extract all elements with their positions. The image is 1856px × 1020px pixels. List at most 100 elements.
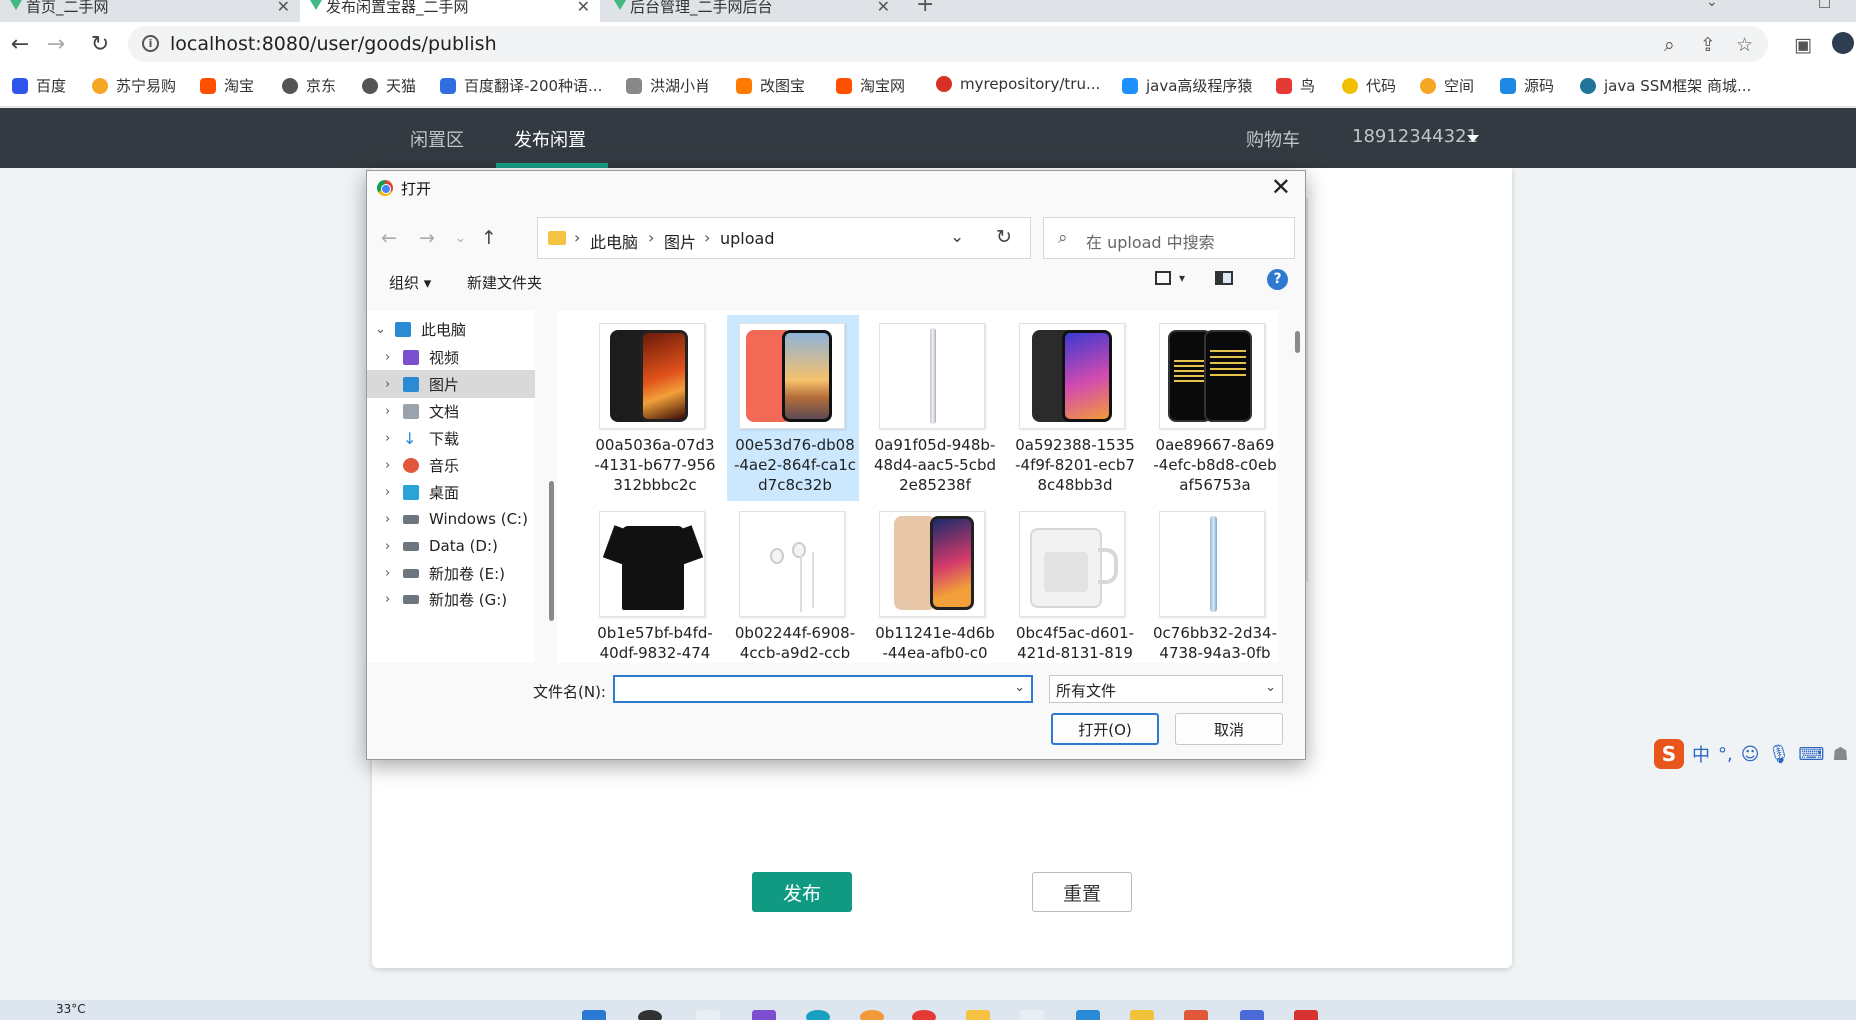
forward-icon[interactable]: →: [419, 227, 435, 249]
chevron-down-icon[interactable]: ⌄: [950, 227, 964, 247]
file-list-scrollbar[interactable]: [1295, 331, 1300, 353]
side-panel-icon[interactable]: ▣: [1794, 34, 1812, 56]
ime-mode-toggle[interactable]: 中: [1692, 741, 1710, 767]
path-breadcrumb[interactable]: › 此电脑 › 图片 › upload ⌄ ↻: [537, 217, 1031, 259]
maximize-window-icon[interactable]: □: [1818, 0, 1831, 10]
preview-pane-icon[interactable]: [1215, 271, 1233, 285]
sidebar-item-this-pc[interactable]: ⌄ 此电脑: [367, 315, 535, 343]
chevron-right-icon[interactable]: ›: [385, 404, 390, 419]
ime-punctuation-toggle[interactable]: °,: [1718, 744, 1733, 765]
sidebar-item-drive-g[interactable]: › 新加卷 (G:): [367, 585, 535, 613]
nav-user-menu[interactable]: 18912344321: [1352, 126, 1478, 147]
close-icon[interactable]: ✕: [1271, 173, 1291, 201]
reload-icon[interactable]: ↻: [86, 30, 114, 58]
up-folder-icon[interactable]: ↑: [481, 227, 497, 249]
app-icon[interactable]: [752, 1010, 776, 1020]
breadcrumb-pictures[interactable]: 图片: [664, 229, 696, 253]
chevron-right-icon[interactable]: ›: [385, 458, 390, 473]
refresh-icon[interactable]: ↻: [996, 226, 1012, 248]
app-icon[interactable]: [1020, 1010, 1044, 1020]
cancel-button[interactable]: 取消: [1175, 713, 1283, 745]
chrome-icon[interactable]: [912, 1010, 936, 1020]
sidebar-item-videos[interactable]: › 视频: [367, 343, 535, 371]
chevron-down-icon[interactable]: ⌄: [375, 322, 386, 337]
chevron-right-icon[interactable]: ›: [385, 350, 390, 365]
chevron-right-icon[interactable]: ›: [385, 485, 390, 500]
bookmark-item[interactable]: 淘宝: [200, 75, 254, 96]
app-icon[interactable]: [1294, 1010, 1318, 1020]
filetype-select[interactable]: 所有文件 ⌄: [1049, 675, 1283, 703]
caret-down-icon[interactable]: [1467, 135, 1479, 142]
browser-tab[interactable]: 后台管理_二手网后台 ✕: [604, 0, 900, 22]
bookmark-item[interactable]: 洪湖小肖: [626, 75, 710, 96]
sidebar-scrollbar[interactable]: [549, 481, 554, 621]
sidebar-item-music[interactable]: › 音乐: [367, 451, 535, 479]
chevron-right-icon[interactable]: ›: [385, 539, 390, 554]
nav-idle-area[interactable]: 闲置区: [410, 126, 464, 152]
minimize-window-icon[interactable]: ⌄: [1706, 0, 1718, 10]
profile-avatar[interactable]: [1832, 32, 1854, 54]
bookmark-item[interactable]: java SSM框架 商城...: [1580, 75, 1751, 96]
app-icon[interactable]: [806, 1010, 830, 1020]
organize-menu[interactable]: 组织 ▾: [389, 272, 431, 293]
open-button[interactable]: 打开(O): [1051, 713, 1159, 745]
reset-button[interactable]: 重置: [1032, 872, 1132, 912]
start-icon[interactable]: [582, 1010, 606, 1020]
emoji-icon[interactable]: ☺: [1741, 744, 1760, 765]
nav-cart[interactable]: 购物车: [1246, 126, 1300, 152]
chevron-right-icon[interactable]: ›: [385, 592, 390, 607]
sidebar-item-drive-e[interactable]: › 新加卷 (E:): [367, 559, 535, 587]
bookmark-item[interactable]: java高级程序猿: [1122, 75, 1252, 96]
keyboard-icon[interactable]: ⌨: [1798, 744, 1824, 765]
breadcrumb-this-pc[interactable]: 此电脑: [590, 229, 638, 253]
site-info-icon[interactable]: i: [142, 35, 159, 52]
browser-tab-active[interactable]: 发布闲置宝器_二手网 ✕: [300, 0, 600, 22]
forward-icon[interactable]: →: [42, 30, 70, 58]
sidebar-item-desktop[interactable]: › 桌面: [367, 478, 535, 506]
nav-publish-idle[interactable]: 发布闲置: [514, 126, 586, 152]
bookmark-item[interactable]: 代码: [1342, 75, 1396, 96]
user-icon[interactable]: ☗: [1832, 744, 1848, 765]
bookmark-item[interactable]: 京东: [282, 75, 336, 96]
chevron-right-icon[interactable]: ›: [385, 377, 390, 392]
app-icon[interactable]: [1240, 1010, 1264, 1020]
bookmark-item[interactable]: 空间: [1420, 75, 1474, 96]
weather-temperature[interactable]: 33°C: [56, 1002, 86, 1016]
chevron-right-icon[interactable]: ›: [385, 431, 390, 446]
share-icon[interactable]: ⇪: [1700, 34, 1716, 56]
filename-input[interactable]: ⌄: [613, 675, 1033, 703]
chevron-down-icon[interactable]: ▾: [1179, 271, 1185, 285]
bookmark-item[interactable]: 百度: [12, 75, 66, 96]
task-view-icon[interactable]: [696, 1010, 720, 1020]
app-icon[interactable]: [1076, 1010, 1100, 1020]
app-icon[interactable]: [1184, 1010, 1208, 1020]
close-tab-icon[interactable]: ✕: [877, 0, 890, 16]
sidebar-item-documents[interactable]: › 文档: [367, 397, 535, 425]
folder-search-input[interactable]: ⌕ 在 upload 中搜索: [1043, 217, 1295, 259]
publish-button[interactable]: 发布: [752, 872, 852, 912]
view-mode-icon[interactable]: [1155, 271, 1171, 285]
sidebar-item-downloads[interactable]: › ↓ 下载: [367, 424, 535, 452]
back-icon[interactable]: ←: [6, 30, 34, 58]
new-tab-icon[interactable]: +: [916, 0, 934, 17]
omnibox[interactable]: i localhost:8080/user/goods/publish ⌕ ⇪ …: [128, 26, 1768, 62]
chevron-right-icon[interactable]: ›: [385, 566, 390, 581]
chevron-down-icon[interactable]: ⌄: [1014, 680, 1025, 695]
bookmark-item[interactable]: 改图宝: [736, 75, 805, 96]
bookmark-star-icon[interactable]: ☆: [1736, 34, 1753, 56]
file-explorer-icon[interactable]: [966, 1010, 990, 1020]
search-icon[interactable]: [638, 1010, 662, 1020]
bookmark-item[interactable]: 百度翻译-200种语...: [440, 75, 602, 96]
chevron-right-icon[interactable]: ›: [385, 512, 390, 527]
new-folder-button[interactable]: 新建文件夹: [467, 272, 542, 293]
back-icon[interactable]: ←: [381, 227, 397, 249]
close-tab-icon[interactable]: ✕: [577, 0, 590, 16]
bookmark-item[interactable]: 源码: [1500, 75, 1554, 96]
breadcrumb-upload[interactable]: upload: [720, 229, 775, 248]
zoom-icon[interactable]: ⌕: [1664, 34, 1675, 56]
sidebar-item-pictures[interactable]: › 图片: [367, 370, 535, 398]
recent-locations-icon[interactable]: ⌄: [455, 231, 466, 246]
app-icon[interactable]: [860, 1010, 884, 1020]
chevron-down-icon[interactable]: ⌄: [1265, 680, 1276, 695]
close-tab-icon[interactable]: ✕: [277, 0, 290, 16]
